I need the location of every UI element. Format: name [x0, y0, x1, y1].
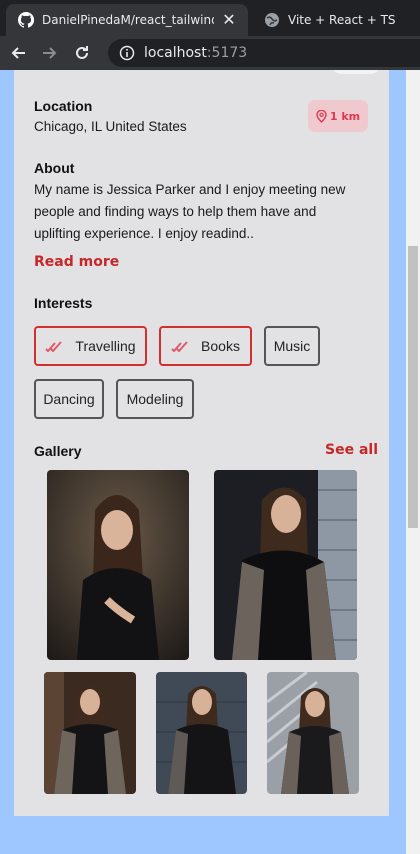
- interests-heading: Interests: [34, 295, 93, 311]
- see-all-link[interactable]: See all: [325, 442, 378, 458]
- reload-icon[interactable]: [68, 39, 96, 67]
- gallery-photo-4[interactable]: [156, 672, 247, 794]
- back-arrow-icon[interactable]: [4, 39, 32, 67]
- interest-label: Travelling: [75, 338, 136, 354]
- gallery-heading: Gallery: [34, 443, 82, 459]
- interest-chip-dancing[interactable]: Dancing: [34, 379, 104, 419]
- about-heading: About: [34, 160, 75, 176]
- tab-vite[interactable]: Vite + React + TS: [252, 4, 420, 36]
- interest-label: Music: [273, 338, 311, 354]
- interest-label: Dancing: [43, 391, 95, 407]
- read-more-link[interactable]: Read more: [34, 254, 119, 270]
- gallery-photo-5[interactable]: [267, 672, 359, 794]
- page-viewport: Location Chicago, IL United States 1 km …: [0, 70, 420, 854]
- distance-badge: 1 km: [308, 100, 368, 132]
- location-value: Chicago, IL United States: [34, 119, 187, 134]
- tab-title: DanielPinedaM/react_tailwind_ca: [42, 13, 214, 27]
- location-heading: Location: [34, 98, 93, 114]
- profile-card: Location Chicago, IL United States 1 km …: [14, 70, 389, 816]
- info-icon[interactable]: [118, 44, 136, 62]
- interest-chip-modeling[interactable]: Modeling: [116, 379, 194, 419]
- profile-action-button-edge: [330, 70, 382, 74]
- interest-label: Modeling: [126, 391, 184, 407]
- gallery-photo-3[interactable]: [44, 672, 136, 794]
- browser-toolbar: localhost:5173: [0, 36, 420, 70]
- double-check-icon: [171, 340, 189, 352]
- github-icon: [18, 12, 34, 28]
- forward-arrow-icon[interactable]: [36, 39, 64, 67]
- close-tab-icon[interactable]: ✕: [220, 11, 238, 29]
- browser-tab-strip: DanielPinedaM/react_tailwind_ca ✕ Vite +…: [0, 0, 420, 36]
- interest-chip-travelling[interactable]: Travelling: [34, 326, 147, 366]
- page-scrollbar[interactable]: [406, 70, 420, 854]
- globe-icon: [264, 12, 280, 28]
- interest-label: Books: [201, 338, 240, 354]
- gallery-photo-2[interactable]: [214, 470, 357, 660]
- distance-text: 1 km: [329, 109, 361, 123]
- interest-chip-books[interactable]: Books: [159, 326, 252, 366]
- scrollbar-thumb[interactable]: [408, 246, 418, 528]
- about-text: My name is Jessica Parker and I enjoy me…: [34, 182, 346, 241]
- interest-chip-music[interactable]: Music: [264, 326, 320, 366]
- location-pin-icon: [316, 109, 327, 123]
- tab-title: Vite + React + TS: [288, 13, 396, 27]
- gallery-photo-1[interactable]: [47, 470, 189, 660]
- url-text: localhost:5173: [144, 45, 248, 61]
- tab-github[interactable]: DanielPinedaM/react_tailwind_ca ✕: [6, 4, 248, 36]
- double-check-icon: [45, 340, 63, 352]
- address-bar[interactable]: localhost:5173: [108, 39, 420, 67]
